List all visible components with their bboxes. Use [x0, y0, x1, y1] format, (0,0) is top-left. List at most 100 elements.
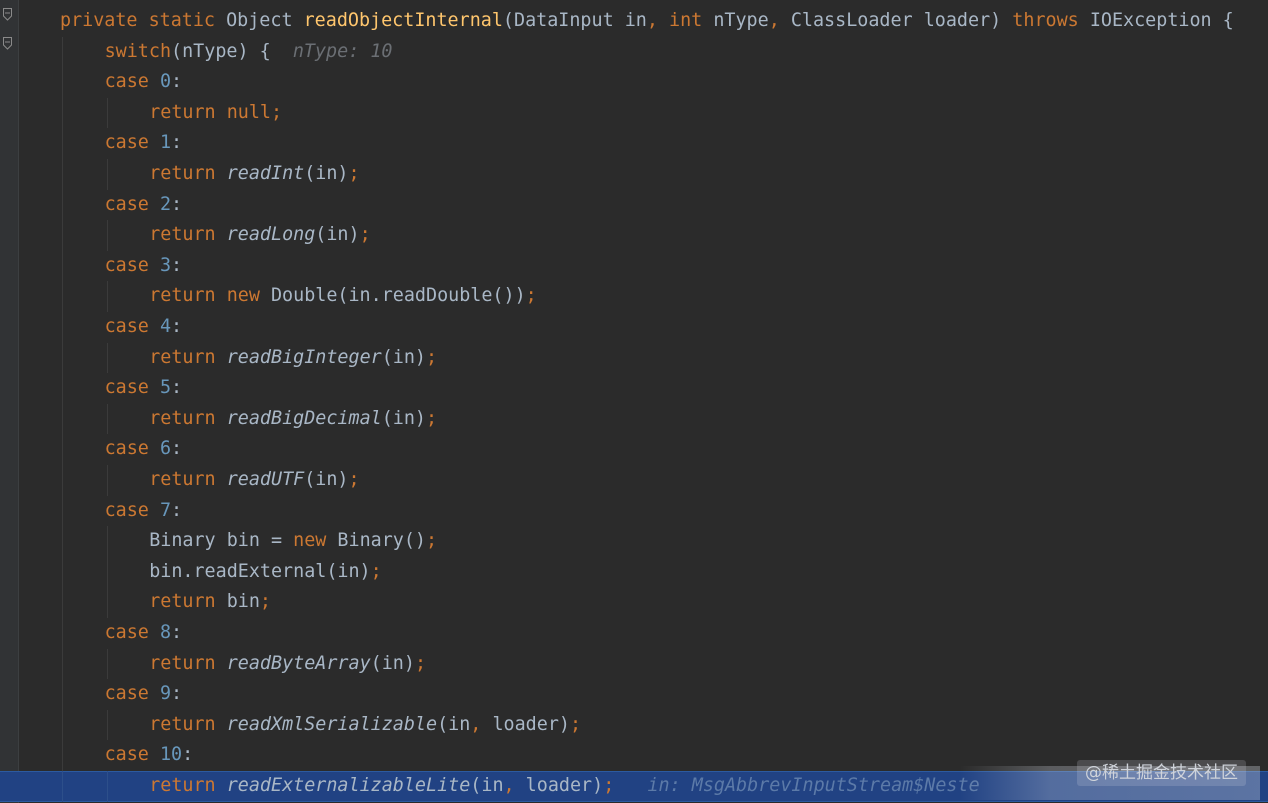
code-line[interactable]: case 7: — [0, 495, 1268, 527]
code-token: : — [171, 438, 183, 460]
code-token: : — [171, 316, 183, 337]
code-line[interactable]: return bin; — [0, 587, 1268, 618]
code-token: : — [171, 499, 183, 521]
code-token: Binary() — [337, 530, 426, 552]
code-text: return readXmlSerializable(in, loader); — [149, 710, 581, 741]
indent-guide — [106, 771, 108, 802]
code-text: return readBigDecimal(in); — [149, 404, 437, 435]
code-token: : — [171, 622, 183, 643]
code-line[interactable]: return readXmlSerializable(in, loader); — [0, 709, 1268, 741]
code-token: 5 — [159, 377, 172, 399]
code-token: readUTF — [226, 469, 305, 490]
indent-guide — [62, 465, 63, 496]
code-token: nType — [713, 10, 769, 31]
indent-guide — [62, 556, 63, 588]
indent-guide — [62, 189, 63, 221]
code-token: readBigDecimal — [226, 407, 382, 429]
code-token: : — [171, 193, 183, 215]
code-text: Binary bin = new Binary(); — [149, 526, 437, 557]
indent-guide — [62, 434, 63, 465]
indent-guide — [62, 220, 63, 251]
code-line[interactable]: return readByteArray(in); — [0, 648, 1268, 680]
code-token: (DataInput in — [502, 10, 647, 31]
indent-guide — [62, 250, 63, 282]
code-text: return bin; — [149, 587, 271, 618]
code-text: case 5: — [105, 373, 183, 404]
code-token: ; — [426, 407, 438, 429]
code-line[interactable]: switch(nType) { nType: 10 — [0, 36, 1268, 68]
code-line[interactable]: case 2: — [0, 189, 1268, 221]
code-text: case 9: — [105, 679, 183, 710]
code-token: throws — [1012, 10, 1090, 31]
inline-value-hint: nType: 10 — [270, 40, 393, 62]
code-line[interactable]: case 0: — [0, 67, 1268, 98]
code-token: (in — [437, 713, 471, 735]
code-token: : — [171, 71, 183, 93]
code-line[interactable]: case 4: — [0, 312, 1268, 343]
code-token: 8 — [159, 622, 172, 643]
code-token: (in) — [304, 469, 349, 490]
code-token: (in) — [370, 652, 415, 674]
code-line[interactable]: private static Object readObjectInternal… — [0, 6, 1268, 37]
code-token: case — [104, 193, 160, 215]
code-line[interactable]: return readUTF(in); — [0, 465, 1268, 496]
code-token: readExternalizableLite — [226, 775, 471, 796]
code-line[interactable]: case 8: — [0, 618, 1268, 649]
code-text: private static Object readObjectInternal… — [60, 6, 1234, 37]
code-token: 3 — [159, 254, 172, 276]
indent-guide — [62, 679, 63, 710]
code-token: private static — [60, 10, 227, 31]
code-line[interactable]: return null; — [0, 97, 1268, 129]
code-token: ; — [525, 285, 537, 307]
code-token: return — [149, 775, 227, 796]
code-token: : — [171, 683, 183, 705]
code-text: return readExternalizableLite(in, loader… — [149, 771, 979, 802]
code-token: : — [171, 377, 183, 399]
code-text: return null; — [149, 98, 282, 129]
code-line[interactable]: return readBigInteger(in); — [0, 342, 1268, 374]
code-token: 10 — [159, 744, 183, 766]
code-text: case 2: — [105, 190, 183, 221]
code-token: (in) — [381, 407, 427, 429]
code-token: ; — [270, 101, 283, 123]
code-editor[interactable]: private static Object readObjectInternal… — [0, 0, 1268, 803]
indent-guide — [106, 342, 108, 374]
code-token: ; — [426, 346, 438, 368]
code-token: 0 — [159, 71, 172, 93]
code-token: return new — [149, 285, 271, 307]
code-token: switch — [104, 40, 172, 62]
indent-guide — [62, 403, 63, 435]
debug-inline-value: in: MsgAbbrevInputStream$Neste — [614, 775, 980, 796]
indent-guide — [62, 648, 63, 680]
code-token: readBigInteger — [226, 346, 382, 368]
code-line[interactable]: case 3: — [0, 250, 1268, 282]
code-token: ; — [359, 224, 371, 246]
indent-guide — [62, 373, 63, 404]
code-line[interactable]: case 6: — [0, 434, 1268, 465]
code-line[interactable]: case 9: — [0, 679, 1268, 710]
code-text: return readInt(in); — [149, 159, 359, 190]
watermark: @稀土掘金技术社区 — [1077, 760, 1246, 786]
code-text: return readBigInteger(in); — [149, 343, 437, 374]
code-line[interactable]: bin.readExternal(in); — [0, 556, 1268, 588]
code-token: ClassLoader loader) — [790, 10, 1013, 31]
code-token: return — [149, 469, 227, 490]
code-line[interactable]: case 5: — [0, 373, 1268, 404]
code-token: ; — [426, 530, 438, 552]
code-line[interactable]: case 1: — [0, 128, 1268, 159]
code-line[interactable]: Binary bin = new Binary(); — [0, 526, 1268, 557]
indent-guide — [62, 159, 63, 190]
indent-guide — [62, 97, 63, 129]
indent-guide — [62, 526, 63, 557]
code-token: return — [149, 591, 227, 613]
code-token: case — [104, 683, 160, 705]
code-token: int — [669, 10, 714, 31]
code-text: switch(nType) { nType: 10 — [105, 37, 393, 68]
code-line[interactable]: return readInt(in); — [0, 159, 1268, 190]
indent-guide — [62, 312, 63, 343]
code-token: readObjectInternal — [303, 10, 503, 31]
code-line[interactable]: return readBigDecimal(in); — [0, 403, 1268, 435]
code-line[interactable]: return new Double(in.readDouble()); — [0, 281, 1268, 312]
code-token: , — [503, 775, 526, 796]
code-line[interactable]: return readLong(in); — [0, 220, 1268, 251]
